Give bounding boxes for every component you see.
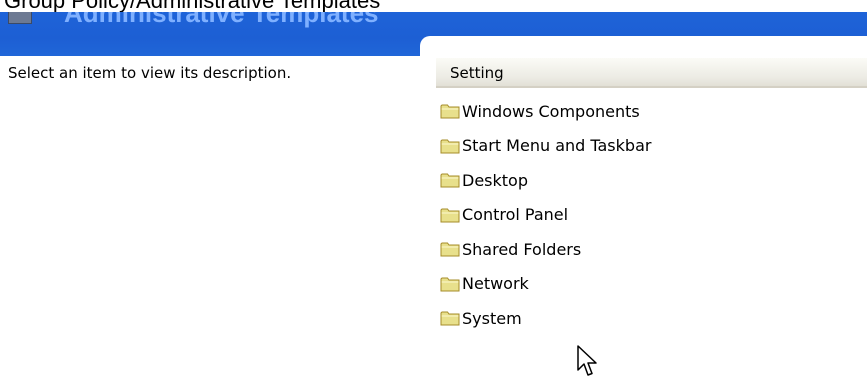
- folder-icon: [440, 208, 460, 223]
- top-strip-text: Group Policy/Administrative Templates: [4, 0, 380, 12]
- page-title: Administrative Templates: [64, 12, 379, 28]
- list-item[interactable]: Shared Folders: [440, 232, 651, 267]
- column-header-setting[interactable]: Setting: [436, 58, 867, 88]
- folder-icon: [440, 104, 460, 119]
- list-item-label: System: [462, 308, 522, 328]
- list-item-label: Shared Folders: [462, 239, 582, 259]
- list-item-label: Desktop: [462, 170, 528, 190]
- settings-list: Windows Components Start Menu and Taskba…: [440, 94, 651, 336]
- description-text: Select an item to view its description.: [8, 64, 292, 82]
- folder-icon: [440, 242, 460, 257]
- list-item[interactable]: Start Menu and Taskbar: [440, 129, 651, 164]
- list-item-label: Network: [462, 274, 529, 294]
- column-header-label: Setting: [450, 64, 504, 82]
- settings-list-pane: Setting Windows Components Start Menu an…: [436, 58, 867, 338]
- folder-icon: [440, 277, 460, 292]
- list-item[interactable]: System: [440, 301, 651, 336]
- top-strip: Group Policy/Administrative Templates: [0, 0, 867, 12]
- list-item[interactable]: Desktop: [440, 163, 651, 198]
- list-item[interactable]: Network: [440, 267, 651, 302]
- header-banner: Administrative Templates: [0, 12, 867, 56]
- folder-icon: [440, 173, 460, 188]
- banner-notch: [420, 36, 867, 56]
- admin-templates-icon: [8, 12, 32, 24]
- list-item-label: Control Panel: [462, 205, 569, 225]
- list-item-label: Start Menu and Taskbar: [462, 136, 652, 156]
- list-item-label: Windows Components: [462, 101, 640, 121]
- list-item[interactable]: Windows Components: [440, 94, 651, 129]
- folder-icon: [440, 139, 460, 154]
- mouse-pointer-icon: [577, 345, 597, 376]
- list-item[interactable]: Control Panel: [440, 198, 651, 233]
- folder-icon: [440, 311, 460, 326]
